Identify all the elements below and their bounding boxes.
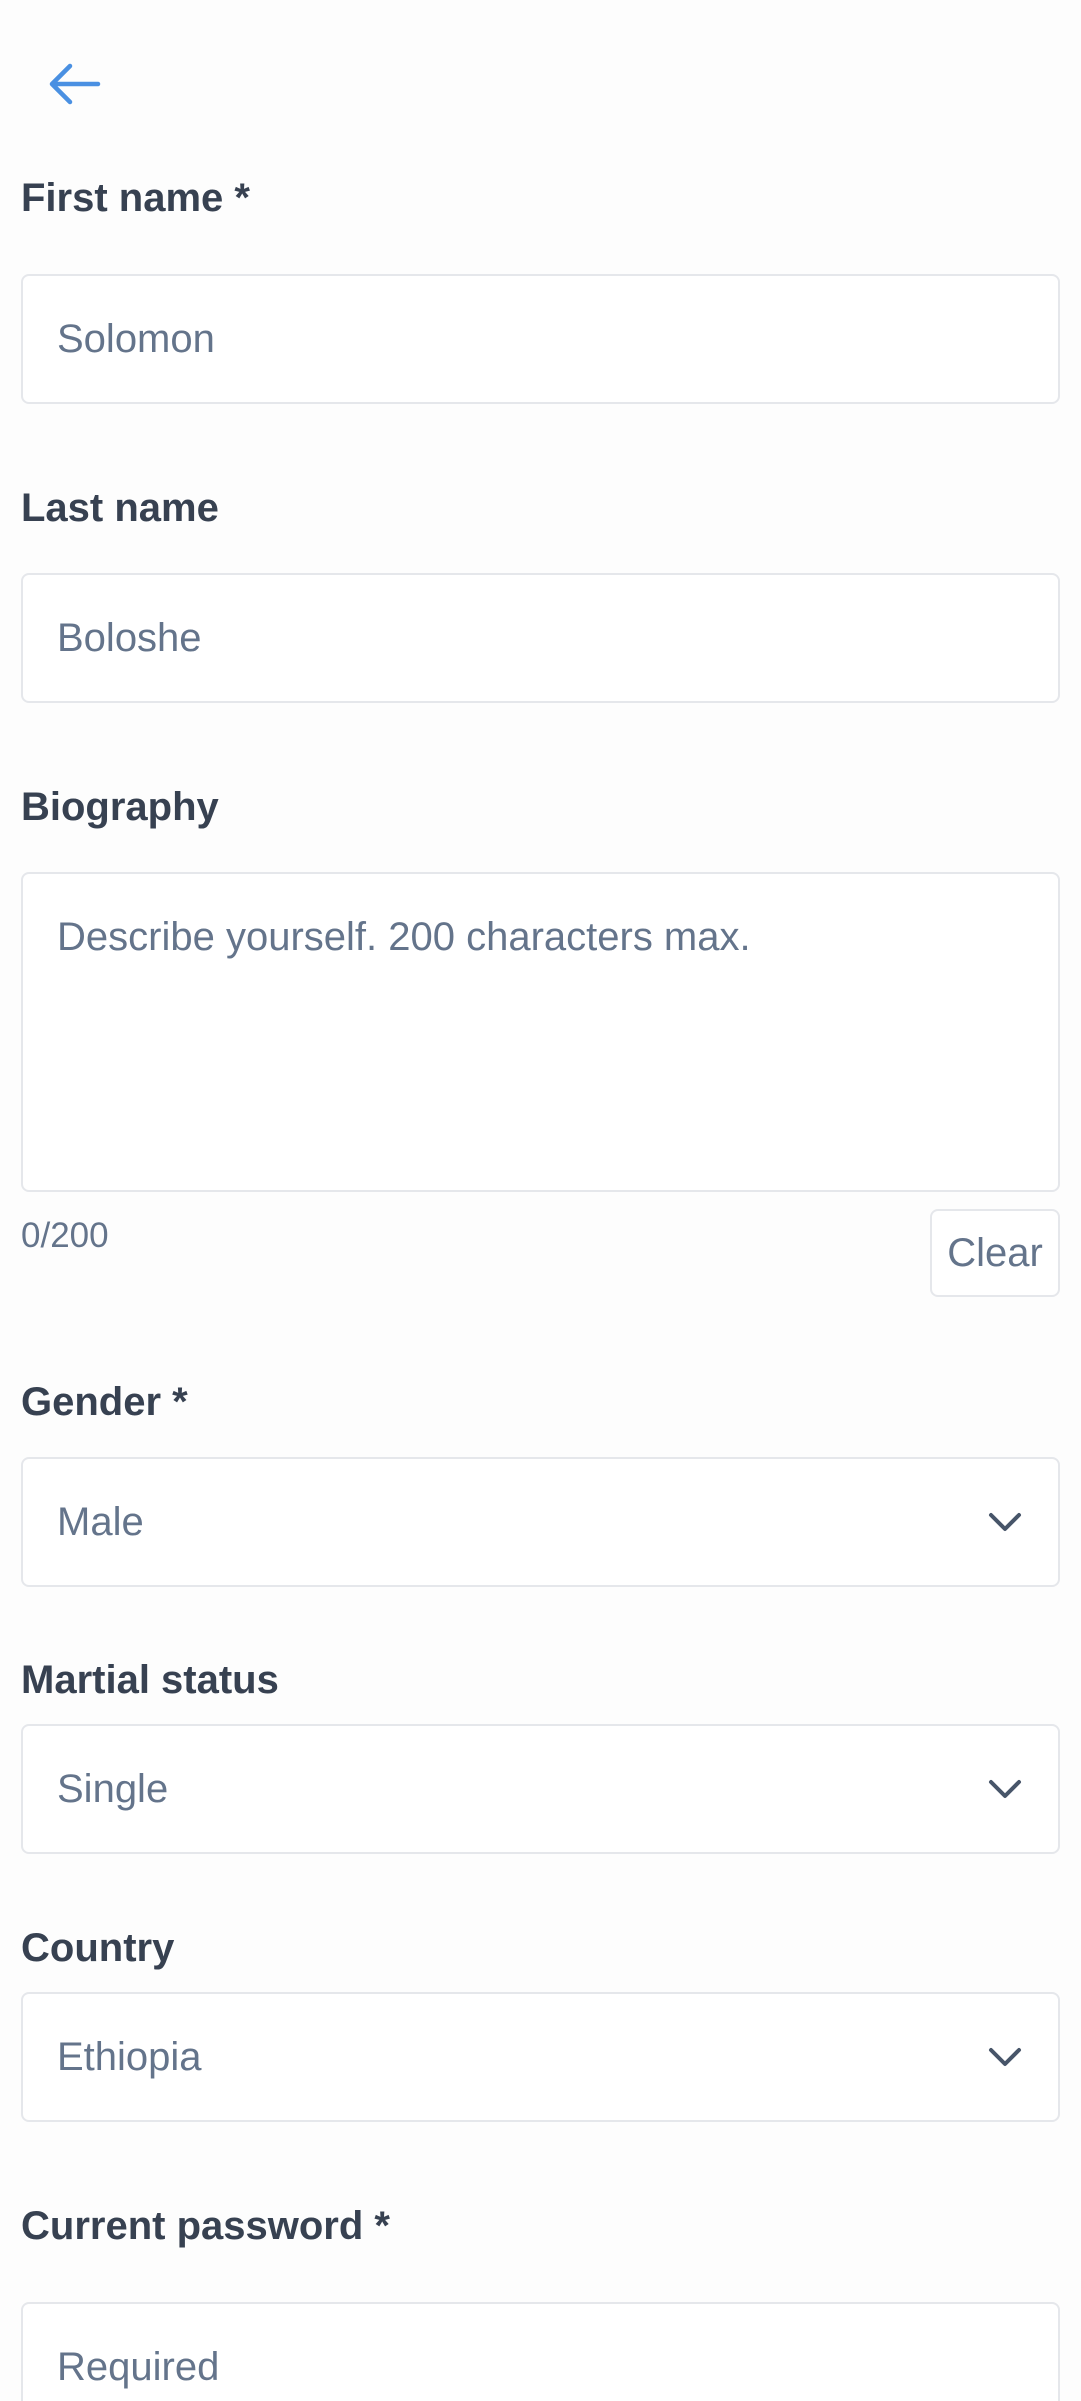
chevron-down-icon — [988, 1772, 1022, 1806]
last-name-input[interactable] — [21, 573, 1060, 703]
country-selected-value: Ethiopia — [57, 2034, 202, 2079]
biography-textarea[interactable] — [21, 872, 1060, 1192]
biography-label: Biography — [21, 785, 219, 829]
gender-selected-value: Male — [57, 1499, 144, 1544]
clear-button[interactable]: Clear — [930, 1209, 1060, 1297]
chevron-down-icon — [988, 2040, 1022, 2074]
gender-label: Gender * — [21, 1380, 188, 1424]
country-label: Country — [21, 1926, 175, 1970]
current-password-input[interactable] — [21, 2302, 1060, 2401]
edit-profile-page: First name * Last name Biography 0/200 C… — [0, 0, 1081, 2401]
chevron-down-icon — [988, 1505, 1022, 1539]
last-name-label: Last name — [21, 486, 219, 530]
marital-status-selected-value: Single — [57, 1766, 169, 1811]
arrow-left-icon — [46, 62, 102, 111]
first-name-label: First name * — [21, 176, 250, 220]
back-button[interactable] — [40, 58, 108, 114]
character-counter: 0/200 — [21, 1216, 109, 1255]
country-select[interactable]: Ethiopia — [21, 1992, 1060, 2122]
first-name-input[interactable] — [21, 274, 1060, 404]
marital-status-select[interactable]: Single — [21, 1724, 1060, 1854]
gender-select[interactable]: Male — [21, 1457, 1060, 1587]
marital-status-label: Martial status — [21, 1658, 279, 1702]
current-password-label: Current password * — [21, 2204, 390, 2248]
